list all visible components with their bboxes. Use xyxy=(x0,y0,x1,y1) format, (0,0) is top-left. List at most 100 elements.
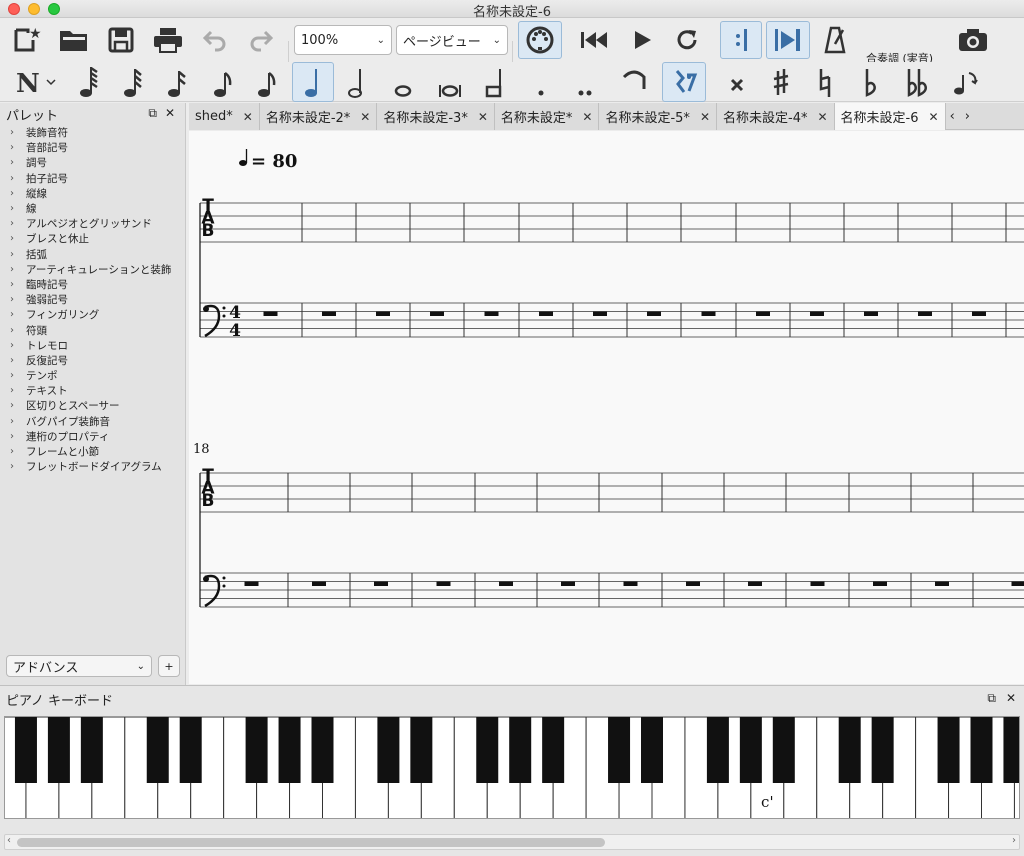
palette-item[interactable]: › フレットボードダイアグラム xyxy=(8,459,185,474)
black-key[interactable] xyxy=(311,717,334,783)
palette-item[interactable]: › ブレスと休止 xyxy=(8,231,185,246)
palette-item[interactable]: › 区切りとスペーサー xyxy=(8,398,185,413)
undo-icon[interactable] xyxy=(198,25,232,55)
palette-item[interactable]: › テンポ xyxy=(8,368,185,383)
metronome-icon[interactable] xyxy=(818,25,852,55)
scrollbar-thumb[interactable] xyxy=(17,838,605,847)
open-folder-icon[interactable] xyxy=(57,25,91,55)
palette-item[interactable]: › 装飾音符 xyxy=(8,125,185,140)
black-key[interactable] xyxy=(377,717,400,783)
black-key[interactable] xyxy=(245,717,268,783)
double-dot-icon[interactable] xyxy=(568,64,602,100)
flip-direction-icon[interactable] xyxy=(946,64,986,100)
black-key[interactable] xyxy=(179,717,202,783)
palette-item[interactable]: › アーティキュレーションと装飾 xyxy=(8,262,185,277)
palette-item[interactable]: › 音部記号 xyxy=(8,140,185,155)
new-score-button[interactable]: ★ xyxy=(10,25,44,55)
close-tab-icon[interactable]: ✕ xyxy=(582,110,592,124)
black-key[interactable] xyxy=(871,717,894,783)
rest-toggle-button[interactable] xyxy=(662,62,706,102)
natural-icon[interactable] xyxy=(808,64,842,100)
workspace-dropdown[interactable]: アドバンス ⌄ xyxy=(6,655,152,677)
print-icon[interactable] xyxy=(150,25,186,55)
close-tab-icon[interactable]: ✕ xyxy=(700,110,710,124)
palette-item[interactable]: › アルペジオとグリッサンド xyxy=(8,216,185,231)
palette-item[interactable]: › 臨時記号 xyxy=(8,277,185,292)
palette-item[interactable]: › 調号 xyxy=(8,155,185,170)
redo-icon[interactable] xyxy=(244,25,278,55)
score-tab[interactable]: 名称未設定-2* ✕ xyxy=(259,103,378,130)
palette-item[interactable]: › テキスト xyxy=(8,383,185,398)
note-quarter-button[interactable] xyxy=(292,62,334,102)
zoom-dropdown[interactable]: 100% ⌄ xyxy=(294,25,392,55)
note-whole-icon[interactable] xyxy=(386,64,420,100)
black-key[interactable] xyxy=(1003,717,1020,783)
note-half-icon[interactable] xyxy=(340,64,374,100)
close-icon[interactable]: ✕ xyxy=(1006,691,1016,706)
black-key[interactable] xyxy=(509,717,532,783)
palette-item[interactable]: › バグパイプ装飾音 xyxy=(8,414,185,429)
score-tab[interactable]: 名称未設定* ✕ xyxy=(494,103,600,130)
black-key[interactable] xyxy=(410,717,433,783)
black-key[interactable] xyxy=(838,717,861,783)
black-key[interactable] xyxy=(476,717,499,783)
sharp-icon[interactable] xyxy=(764,64,798,100)
note-8th-icon[interactable] xyxy=(206,64,240,100)
palette-item[interactable]: › 連桁のプロパティ xyxy=(8,429,185,444)
palette-item[interactable]: › 拍子記号 xyxy=(8,171,185,186)
close-icon[interactable]: ✕ xyxy=(165,106,175,121)
black-key[interactable] xyxy=(706,717,729,783)
palette-item[interactable]: › フレームと小節 xyxy=(8,444,185,459)
palette-item[interactable]: › 強弱記号 xyxy=(8,292,185,307)
tie-icon[interactable] xyxy=(614,64,654,100)
black-key[interactable] xyxy=(278,717,301,783)
augmentation-dot-icon[interactable] xyxy=(524,64,558,100)
score-tab[interactable]: 名称未設定-5* ✕ xyxy=(599,103,717,130)
black-key[interactable] xyxy=(146,717,169,783)
close-tab-icon[interactable]: ✕ xyxy=(243,110,253,124)
score-tab[interactable]: shed* ✕ xyxy=(189,103,260,130)
close-tab-icon[interactable]: ✕ xyxy=(817,110,827,124)
note-input-mode-button[interactable]: N xyxy=(12,66,64,98)
add-workspace-button[interactable]: + xyxy=(158,655,180,677)
save-icon[interactable] xyxy=(104,25,138,55)
play-icon[interactable] xyxy=(624,25,660,55)
palette-item[interactable]: › 縦線 xyxy=(8,186,185,201)
loop-icon[interactable] xyxy=(668,25,706,55)
palette-item[interactable]: › 線 xyxy=(8,201,185,216)
double-sharp-icon[interactable] xyxy=(720,64,754,100)
score-view[interactable]: = 80TAB4418TAB xyxy=(189,131,1024,684)
black-key[interactable] xyxy=(14,717,37,783)
score-tab[interactable]: 名称未設定-6 ✕ xyxy=(834,103,946,130)
palette-item[interactable]: › 符頭 xyxy=(8,322,185,337)
black-key[interactable] xyxy=(47,717,70,783)
scroll-left-icon[interactable]: ‹ xyxy=(7,835,11,846)
note-breve-icon[interactable] xyxy=(432,64,468,100)
black-key[interactable] xyxy=(772,717,795,783)
close-tab-icon[interactable]: ✕ xyxy=(478,110,488,124)
close-tab-icon[interactable]: ✕ xyxy=(929,110,939,124)
black-key[interactable] xyxy=(937,717,960,783)
loop-out-button[interactable] xyxy=(766,21,810,59)
note-16th-icon[interactable] xyxy=(160,64,194,100)
score-tab[interactable]: 名称未設定-3* ✕ xyxy=(377,103,495,130)
palette-item[interactable]: › フィンガリング xyxy=(8,307,185,322)
view-mode-dropdown[interactable]: ページビュー ⌄ xyxy=(396,25,508,55)
palette-item[interactable]: › 括弧 xyxy=(8,247,185,262)
scroll-right-icon[interactable]: › xyxy=(1012,835,1016,846)
piano-keys[interactable]: c' xyxy=(4,716,1020,819)
tab-scroll-left-icon[interactable]: ‹ xyxy=(950,109,955,124)
note-longa-icon[interactable] xyxy=(478,64,512,100)
black-key[interactable] xyxy=(641,717,663,783)
note-8th-outline-icon[interactable] xyxy=(250,64,284,100)
palette-item[interactable]: › トレモロ xyxy=(8,338,185,353)
horizontal-scrollbar[interactable]: ‹ › xyxy=(4,834,1020,850)
black-key[interactable] xyxy=(739,717,762,783)
black-key[interactable] xyxy=(542,717,565,783)
black-key[interactable] xyxy=(608,717,631,783)
note-64th-icon[interactable] xyxy=(72,64,106,100)
flat-icon[interactable] xyxy=(854,64,888,100)
float-panel-icon[interactable]: ⧉ xyxy=(987,691,996,706)
rewind-icon[interactable] xyxy=(574,25,614,55)
score-tab[interactable]: 名称未設定-4* ✕ xyxy=(717,103,835,130)
